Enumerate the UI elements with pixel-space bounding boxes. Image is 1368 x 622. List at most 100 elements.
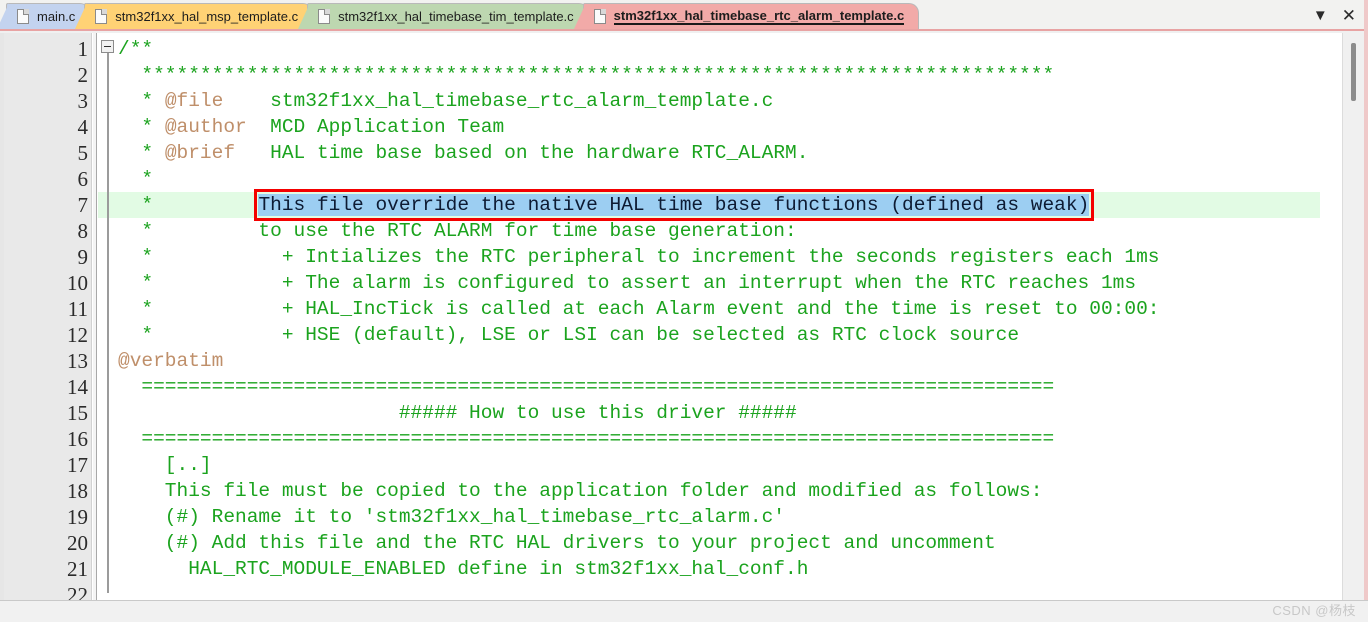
editor-tab-bar: main.c stm32f1xx_hal_msp_template.c stm32f… [0, 0, 1368, 31]
line-number: 7 [77, 193, 89, 217]
line-number: 6 [77, 167, 89, 191]
code-line[interactable]: ========================================… [118, 426, 1054, 452]
close-icon[interactable]: ✕ [1342, 7, 1356, 24]
code-line[interactable]: ========================================… [118, 374, 1054, 400]
code-line[interactable]: * [118, 166, 153, 192]
comment-text: * + Intializes the RTC peripheral to inc… [118, 246, 1160, 268]
code-line[interactable]: @verbatim [118, 348, 223, 374]
comment-text: * + HAL_IncTick is called at each Alarm … [118, 298, 1160, 320]
code-line[interactable]: * This file override the native HAL time… [118, 192, 1090, 218]
line-number: 17 [67, 453, 88, 477]
gutter-separator [93, 33, 97, 600]
code-text-area[interactable]: /** ************************************… [118, 33, 1320, 600]
vertical-scrollbar[interactable] [1342, 33, 1364, 600]
tab-label: main.c [37, 9, 76, 24]
line-number: 10 [67, 271, 88, 295]
comment-text: * [118, 168, 154, 190]
code-line[interactable]: * @author MCD Application Team [118, 114, 504, 140]
code-line[interactable]: This file must be copied to the applicat… [118, 478, 1043, 504]
file-icon [318, 9, 331, 24]
line-number: 5 [77, 141, 89, 165]
file-icon [17, 9, 29, 24]
code-line[interactable]: /** [118, 36, 153, 62]
comment-text: * + The alarm is configured to assert an… [118, 272, 1137, 294]
tab-left-slant [0, 3, 9, 29]
comment-text: (#) Rename it to 'stm32f1xx_hal_timebase… [118, 506, 786, 528]
comment-text: This file must be copied to the applicat… [118, 480, 1043, 502]
comment-text: * + HSE (default), LSE or LSI can be sel… [118, 324, 1020, 346]
tab-left-slant [298, 3, 311, 29]
comment-text: /** [118, 38, 154, 60]
comment-text: ##### How to use this driver ##### [118, 402, 797, 424]
line-number: 22 [67, 583, 88, 600]
code-line[interactable]: * + HSE (default), LSE or LSI can be sel… [118, 322, 1019, 348]
comment-text: [..] [118, 454, 212, 476]
editor-window: main.c stm32f1xx_hal_msp_template.c stm32f… [0, 0, 1368, 622]
code-line[interactable]: * + Intializes the RTC peripheral to inc… [118, 244, 1159, 270]
file-icon [593, 9, 606, 24]
code-line[interactable]: * @brief HAL time base based on the hard… [118, 140, 808, 166]
comment-text: * [118, 116, 165, 138]
code-line[interactable]: [..] [118, 452, 212, 478]
doc-tag: @brief [164, 142, 236, 164]
line-number: 11 [67, 297, 88, 321]
line-number: 3 [77, 89, 89, 113]
doc-tag: @file [164, 90, 224, 112]
line-number: 19 [67, 505, 88, 529]
file-icon [95, 9, 108, 24]
comment-text: * [118, 90, 165, 112]
comment-text: HAL_RTC_MODULE_ENABLED define in stm32f1… [118, 558, 809, 580]
line-number: 14 [67, 375, 88, 399]
tab-left-slant [75, 3, 88, 29]
fold-guide-line [107, 53, 109, 593]
comment-text: (#) Add this file and the RTC HAL driver… [118, 532, 996, 554]
code-line[interactable]: * @file stm32f1xx_hal_timebase_rtc_alarm… [118, 88, 773, 114]
vertical-scrollbar-thumb[interactable] [1351, 43, 1356, 101]
tab-label: stm32f1xx_hal_msp_template.c [115, 9, 299, 24]
line-number: 20 [67, 531, 88, 555]
chevron-down-icon[interactable]: ▼ [1313, 8, 1328, 23]
line-number: 21 [67, 557, 88, 581]
comment-text: HAL time base based on the hardware RTC_… [235, 142, 809, 164]
line-number: 15 [67, 401, 88, 425]
line-number: 16 [67, 427, 88, 451]
line-number: 13 [67, 349, 88, 373]
code-line[interactable]: ##### How to use this driver ##### [118, 400, 797, 426]
tab-left-slant [573, 3, 586, 29]
line-number: 8 [77, 219, 89, 243]
comment-text: ========================================… [118, 428, 1055, 450]
doc-tag: @author [164, 116, 247, 138]
tab-bar-controls: ▼ ✕ [1313, 4, 1364, 26]
line-number: 18 [67, 479, 88, 503]
code-line[interactable]: * + HAL_IncTick is called at each Alarm … [118, 296, 1159, 322]
line-number: 4 [77, 115, 89, 139]
code-editor[interactable]: 1 2 3 4 5 6 7 8 9 10 11 12 13 14 15 16 17 18 19 20 21 22 /** … [0, 33, 1368, 600]
watermark: CSDN @杨枝 [1272, 603, 1356, 618]
comment-text: MCD Application Team [246, 116, 505, 138]
line-number: 12 [67, 323, 88, 347]
tab-label: stm32f1xx_hal_timebase_rtc_alarm_templat… [613, 7, 905, 25]
code-line[interactable]: (#) Add this file and the RTC HAL driver… [118, 530, 996, 556]
line-number: 2 [77, 63, 89, 87]
comment-text: stm32f1xx_hal_timebase_rtc_alarm_templat… [223, 90, 774, 112]
window-right-border [1364, 0, 1368, 622]
editor-tab-1[interactable]: stm32f1xx_hal_msp_template.c [75, 3, 314, 29]
window-bottom-bar: CSDN @杨枝 [0, 600, 1368, 622]
selected-text: This file override the native HAL time b… [258, 194, 1090, 216]
code-line[interactable]: * + The alarm is configured to assert an… [118, 270, 1136, 296]
code-line[interactable]: * to use the RTC ALARM for time base gen… [118, 218, 797, 244]
comment-text: * [118, 142, 165, 164]
line-number: 1 [77, 37, 89, 61]
tab-label: stm32f1xx_hal_timebase_tim_template.c [338, 9, 574, 24]
code-line[interactable]: ****************************************… [118, 62, 1054, 88]
comment-text: ========================================… [118, 376, 1055, 398]
comment-text: * [118, 194, 259, 216]
comment-text: * to use the RTC ALARM for time base gen… [118, 220, 797, 242]
fold-collapse-icon[interactable] [101, 40, 114, 53]
code-line[interactable]: (#) Rename it to 'stm32f1xx_hal_timebase… [118, 504, 785, 530]
comment-text: ****************************************… [118, 64, 1055, 86]
code-line[interactable]: HAL_RTC_MODULE_ENABLED define in stm32f1… [118, 556, 808, 582]
line-number: 9 [77, 245, 89, 269]
editor-tab-3[interactable]: stm32f1xx_hal_timebase_rtc_alarm_templat… [573, 3, 920, 29]
editor-tab-2[interactable]: stm32f1xx_hal_timebase_tim_template.c [298, 3, 589, 29]
